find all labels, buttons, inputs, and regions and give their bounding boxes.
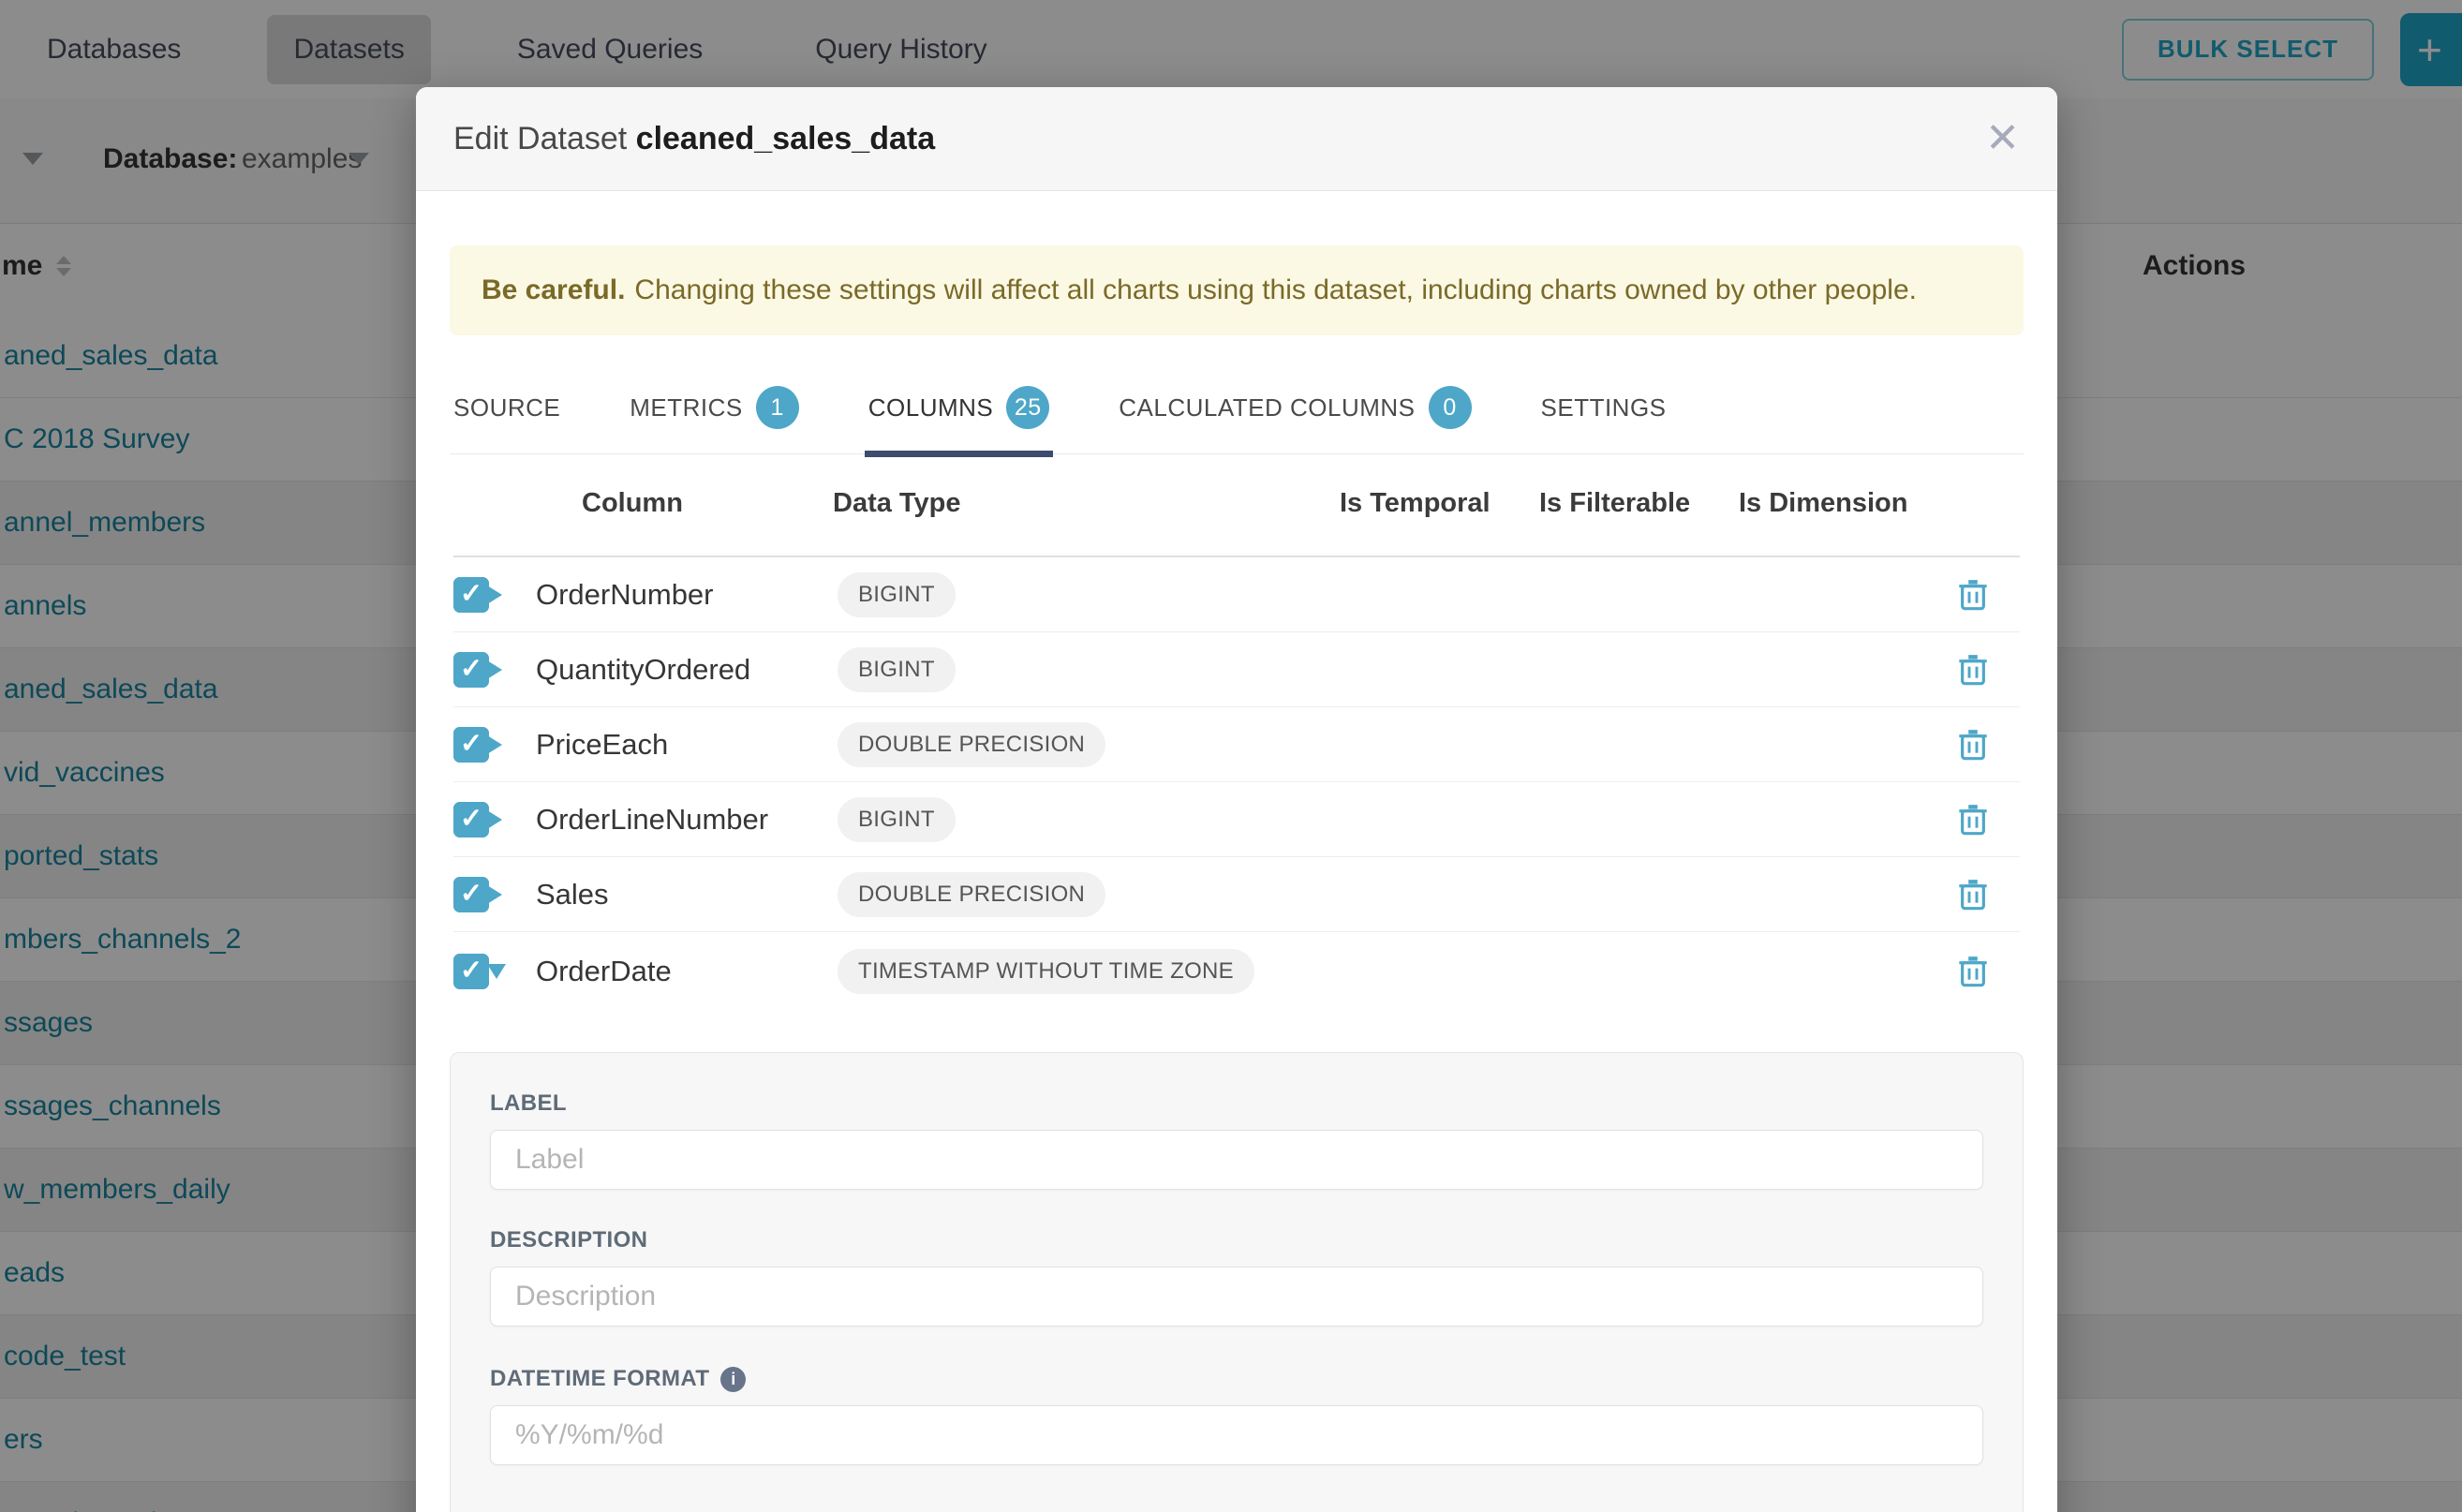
trash-icon	[1958, 728, 1988, 762]
edit-dataset-modal: Edit Dataset cleaned_sales_data ✕ Be car…	[416, 87, 2057, 1512]
is-temporal-header: Is Temporal	[1340, 488, 1491, 519]
modal-title: Edit Dataset cleaned_sales_data	[453, 121, 935, 157]
tab-label: SOURCE	[453, 393, 560, 422]
columns-table-header: Column Data Type Is Temporal Is Filterab…	[453, 454, 2020, 557]
trash-icon	[1958, 878, 1988, 912]
modal-title-prefix: Edit Dataset	[453, 121, 627, 156]
info-icon[interactable]: i	[720, 1367, 746, 1392]
delete-column-button[interactable]	[1958, 728, 1988, 762]
data-type-header: Data Type	[833, 488, 960, 519]
tab-count-badge: 1	[756, 386, 799, 429]
trash-icon	[1958, 955, 1988, 988]
expand-caret-icon[interactable]	[487, 810, 502, 829]
column-row-orderdate: OrderDateTIMESTAMP WITHOUT TIME ZONE✓✓✓	[453, 932, 2020, 1010]
expand-caret-icon[interactable]	[487, 586, 502, 604]
column-row-orderlinenumber: OrderLineNumberBIGINT✓✓	[453, 782, 2020, 857]
delete-column-button[interactable]	[1958, 653, 1988, 687]
is-dimension-checkbox[interactable]: ✓	[453, 802, 489, 838]
column-row-priceeach: PriceEachDOUBLE PRECISION✓✓	[453, 707, 2020, 782]
is-dimension-checkbox[interactable]: ✓	[453, 877, 489, 912]
tab-settings[interactable]: SETTINGS	[1537, 386, 1670, 453]
expand-caret-icon[interactable]	[487, 660, 502, 679]
label-field-label: LABEL	[490, 1090, 1983, 1117]
label-input[interactable]	[490, 1130, 1983, 1190]
datetime-format-input[interactable]	[490, 1405, 1983, 1465]
column-name: OrderNumber	[536, 578, 714, 612]
tab-metrics[interactable]: METRICS 1	[626, 386, 803, 453]
tab-label: CALCULATED COLUMNS	[1119, 393, 1415, 422]
warning-text: Changing these settings will affect all …	[634, 274, 1917, 306]
trash-icon	[1958, 653, 1988, 687]
delete-column-button[interactable]	[1958, 578, 1988, 612]
column-row-ordernumber: OrderNumberBIGINT✓✓	[453, 557, 2020, 632]
tab-count-badge: 0	[1429, 386, 1472, 429]
is-filterable-header: Is Filterable	[1539, 488, 1690, 519]
column-name: OrderDate	[536, 955, 672, 988]
description-field-label: DESCRIPTION	[490, 1227, 1983, 1253]
warning-bold-text: Be careful.	[482, 274, 625, 306]
tab-count-badge: 25	[1006, 386, 1049, 429]
data-type-badge: BIGINT	[838, 572, 956, 617]
tab-calculated-columns[interactable]: CALCULATED COLUMNS 0	[1115, 386, 1475, 453]
column-header: Column	[582, 488, 683, 519]
column-editor-panel: LABEL DESCRIPTION DATETIME FORMAT i	[450, 1052, 2024, 1512]
is-dimension-checkbox[interactable]: ✓	[453, 727, 489, 763]
datetime-format-field-label: DATETIME FORMAT i	[490, 1366, 1983, 1392]
expand-caret-icon[interactable]	[487, 885, 502, 904]
close-icon[interactable]: ✕	[1985, 118, 2020, 159]
app: DatabasesDatasetsSaved QueriesQuery Hist…	[0, 0, 2462, 1512]
is-dimension-header: Is Dimension	[1739, 488, 1908, 519]
is-dimension-checkbox[interactable]: ✓	[453, 954, 489, 989]
tab-source[interactable]: SOURCE	[450, 386, 564, 453]
column-row-quantityordered: QuantityOrderedBIGINT✓✓	[453, 632, 2020, 707]
trash-icon	[1958, 578, 1988, 612]
data-type-badge: DOUBLE PRECISION	[838, 722, 1105, 767]
tab-columns[interactable]: COLUMNS 25	[865, 386, 1054, 453]
column-row-sales: SalesDOUBLE PRECISION✓✓	[453, 857, 2020, 932]
data-type-badge: BIGINT	[838, 647, 956, 692]
column-name: PriceEach	[536, 728, 668, 762]
column-name: Sales	[536, 878, 609, 912]
description-input[interactable]	[490, 1267, 1983, 1327]
is-dimension-checkbox[interactable]: ✓	[453, 652, 489, 688]
column-name: QuantityOrdered	[536, 653, 750, 687]
modal-tabs: SOURCE METRICS 1 COLUMNS 25 CALCULATED COLUMN…	[450, 386, 2024, 454]
tab-label: METRICS	[630, 393, 743, 422]
is-dimension-checkbox[interactable]: ✓	[453, 577, 489, 613]
delete-column-button[interactable]	[1958, 955, 1988, 988]
expand-caret-icon[interactable]	[487, 735, 502, 754]
data-type-badge: BIGINT	[838, 797, 956, 842]
modal-header: Edit Dataset cleaned_sales_data ✕	[416, 87, 2057, 191]
data-type-badge: TIMESTAMP WITHOUT TIME ZONE	[838, 949, 1254, 994]
collapse-caret-icon[interactable]	[487, 964, 506, 979]
delete-column-button[interactable]	[1958, 878, 1988, 912]
delete-column-button[interactable]	[1958, 803, 1988, 837]
modal-title-dataset-name: cleaned_sales_data	[636, 121, 935, 156]
column-name: OrderLineNumber	[536, 803, 768, 837]
data-type-badge: DOUBLE PRECISION	[838, 872, 1105, 917]
warning-banner: Be careful. Changing these settings will…	[450, 245, 2024, 335]
tab-label: COLUMNS	[868, 393, 994, 422]
tab-label: SETTINGS	[1541, 393, 1667, 422]
trash-icon	[1958, 803, 1988, 837]
columns-table-rows: OrderNumber BIGINT ✓ ✓ QuantityOrdered BIGINT…	[453, 557, 2020, 1010]
